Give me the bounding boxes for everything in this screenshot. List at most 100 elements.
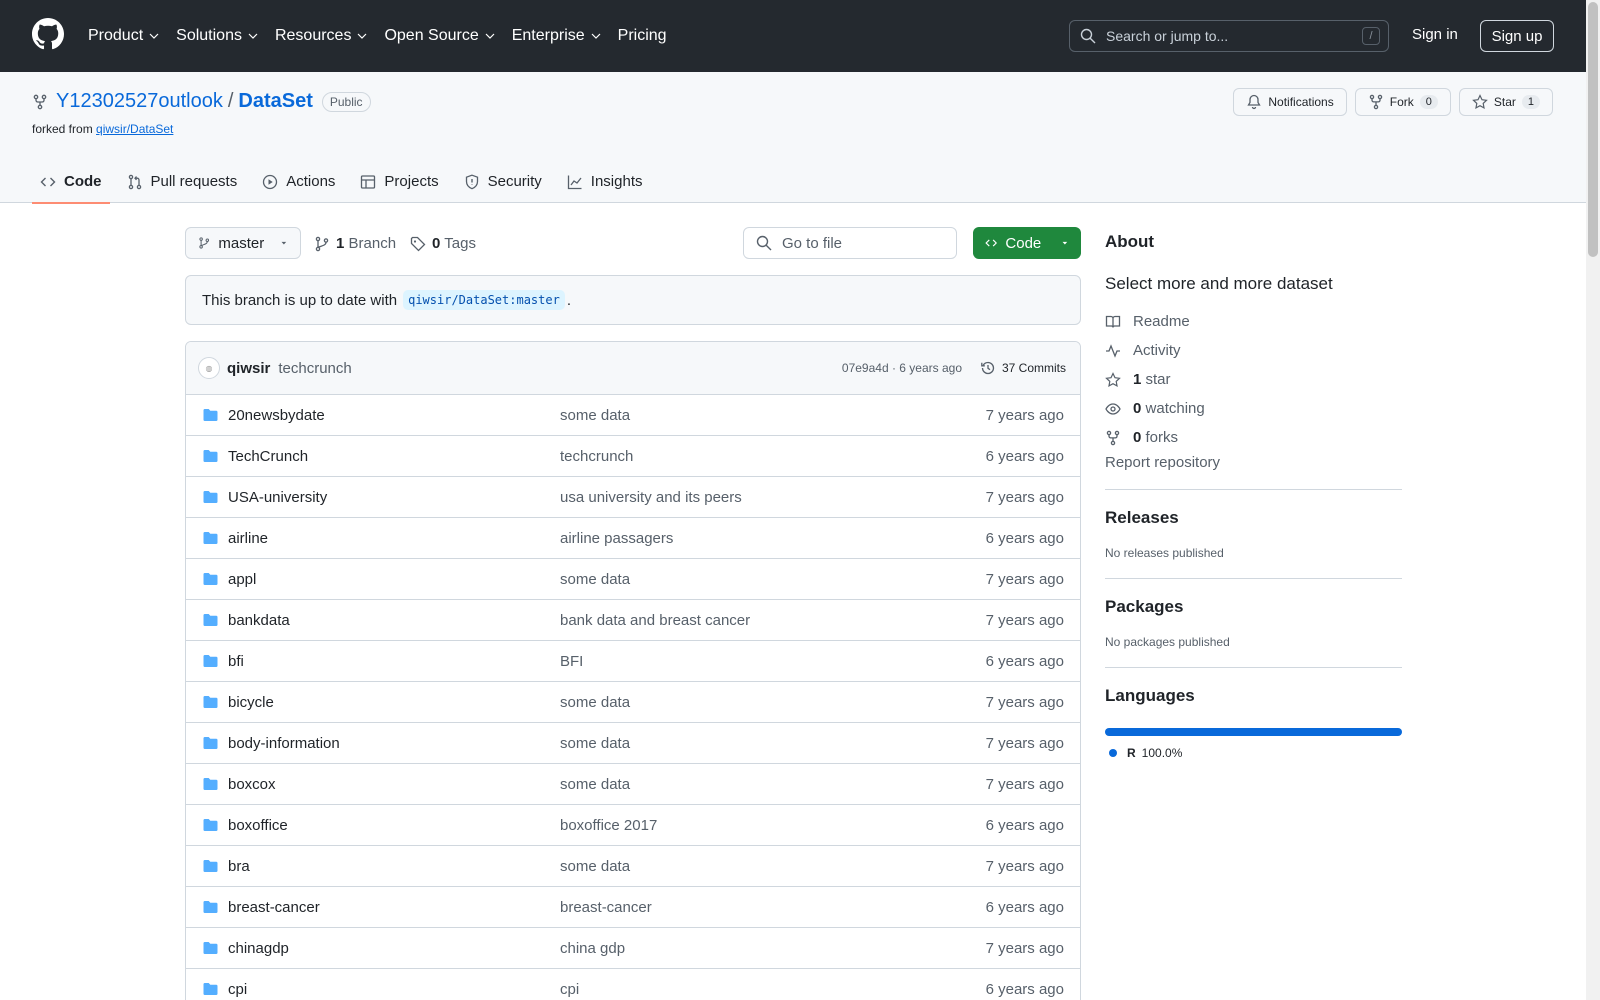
tab-actions[interactable]: Actions — [254, 160, 343, 203]
file-rows: 20newsbydate some data 7 years ago TechCrun… — [186, 395, 1080, 1000]
file-name-link[interactable]: boxcox — [228, 776, 276, 793]
forks-link[interactable]: 0 forks — [1105, 423, 1402, 452]
folder-icon — [203, 737, 218, 749]
tab-security[interactable]: Security — [456, 160, 550, 203]
fork-label: Fork — [1389, 95, 1414, 109]
file-name-link[interactable]: bankdata — [228, 612, 290, 629]
nav-solutions[interactable]: Solutions — [176, 27, 258, 45]
file-commit-message[interactable]: airline passagers — [560, 530, 673, 547]
commit-author-link[interactable]: qiwsir — [227, 360, 270, 377]
folder-icon — [203, 942, 218, 954]
watchers-link[interactable]: 0 watching — [1105, 394, 1402, 423]
sign-in-link[interactable]: Sign in — [1412, 26, 1458, 43]
file-commit-message[interactable]: breast-cancer — [560, 899, 652, 916]
chevron-down-icon — [248, 33, 258, 39]
file-name-link[interactable]: cpi — [228, 981, 247, 998]
tab-projects[interactable]: Projects — [352, 160, 446, 203]
forks-label: forks — [1145, 429, 1179, 446]
stars-link[interactable]: 1 star — [1105, 365, 1402, 394]
code-dropdown-button[interactable]: Code — [973, 227, 1081, 259]
file-name-link[interactable]: airline — [228, 530, 268, 547]
file-commit-message[interactable]: BFI — [560, 653, 583, 670]
file-commit-age: 6 years ago — [985, 447, 1064, 465]
packages-empty: No packages published — [1105, 635, 1230, 649]
github-logo-icon[interactable] — [32, 18, 64, 50]
language-item[interactable]: R 100.0% — [1109, 746, 1402, 760]
file-name-link[interactable]: TechCrunch — [228, 448, 308, 465]
nav-label: Open Source — [384, 27, 479, 44]
file-name-link[interactable]: boxoffice — [228, 817, 288, 834]
file-commit-message[interactable]: some data — [560, 407, 630, 424]
repo-sidebar: About Select more and more dataset Readm… — [1105, 232, 1402, 760]
file-name-link[interactable]: USA-university — [228, 489, 327, 506]
activity-link[interactable]: Activity — [1105, 336, 1402, 365]
repo-forked-icon — [33, 94, 47, 109]
repo-name-link[interactable]: DataSet — [238, 90, 312, 113]
file-name-link[interactable]: 20newsbydate — [228, 407, 325, 424]
nav-product[interactable]: Product — [88, 27, 159, 45]
file-commit-message[interactable]: boxoffice 2017 — [560, 817, 657, 834]
code-icon — [40, 177, 56, 186]
nav-enterprise[interactable]: Enterprise — [512, 27, 601, 45]
forked-source-link[interactable]: qiwsir/DataSet — [96, 122, 173, 136]
file-commit-message[interactable]: some data — [560, 694, 630, 711]
report-repository-link[interactable]: Report repository — [1105, 454, 1402, 471]
go-to-file-input[interactable]: Go to file — [743, 227, 957, 259]
nav-label: Resources — [274, 27, 352, 44]
notifications-button[interactable]: Notifications — [1233, 88, 1347, 116]
file-name-link[interactable]: bicycle — [228, 694, 274, 711]
commit-message-link[interactable]: techcrunch — [278, 360, 351, 377]
file-commit-message[interactable]: some data — [560, 776, 630, 793]
releases-title[interactable]: Releases — [1105, 508, 1402, 528]
about-title: About — [1105, 232, 1155, 251]
notifications-label: Notifications — [1268, 95, 1334, 109]
file-name-link[interactable]: body-information — [228, 735, 340, 752]
file-name-link[interactable]: bra — [228, 858, 250, 875]
tags-link[interactable]: 0 Tags — [432, 235, 476, 252]
file-commit-message[interactable]: bank data and breast cancer — [560, 612, 750, 629]
divider — [1105, 667, 1402, 668]
file-name-link[interactable]: appl — [228, 571, 256, 588]
tab-insights[interactable]: Insights — [559, 160, 651, 203]
readme-label: Readme — [1133, 313, 1190, 330]
scrollbar-thumb[interactable] — [1588, 2, 1598, 257]
search-placeholder: Search or jump to... — [1106, 28, 1229, 44]
commits-history-link[interactable]: 37 Commits — [980, 360, 1066, 376]
file-commit-message[interactable]: some data — [560, 735, 630, 752]
branches-link[interactable]: 1 Branch — [336, 235, 396, 252]
status-ref[interactable]: qiwsir/DataSet:master — [403, 290, 565, 310]
file-name-link[interactable]: bfi — [228, 653, 244, 670]
activity-label: Activity — [1133, 342, 1181, 359]
status-prefix: This branch is up to date with — [202, 291, 398, 309]
file-commit-message[interactable]: techcrunch — [560, 448, 633, 465]
file-name-link[interactable]: breast-cancer — [228, 899, 320, 916]
tab-pull-requests[interactable]: Pull requests — [119, 160, 246, 203]
avatar[interactable]: ◍ — [198, 357, 220, 379]
branch-selector[interactable]: master — [185, 227, 301, 259]
file-commit-message[interactable]: usa university and its peers — [560, 489, 742, 506]
repo-owner-link[interactable]: Y12302527outlook — [56, 90, 223, 113]
folder-icon — [203, 532, 218, 544]
star-button[interactable]: Star 1 — [1458, 88, 1553, 116]
file-commit-message[interactable]: some data — [560, 858, 630, 875]
nav-resources[interactable]: Resources — [275, 27, 367, 45]
tab-code[interactable]: Code — [32, 160, 110, 204]
fork-button[interactable]: Fork 0 — [1354, 88, 1451, 116]
global-search-input[interactable]: Search or jump to... / — [1069, 20, 1389, 52]
file-name-link[interactable]: chinagdp — [228, 940, 289, 957]
chevron-down-icon — [149, 33, 159, 39]
folder-icon — [203, 491, 218, 503]
sign-up-button[interactable]: Sign up — [1480, 20, 1554, 52]
file-commit-message[interactable]: cpi — [560, 981, 579, 998]
code-icon — [985, 239, 998, 247]
packages-title[interactable]: Packages — [1105, 597, 1402, 617]
go-to-file-placeholder: Go to file — [782, 234, 843, 252]
file-commit-message[interactable]: china gdp — [560, 940, 625, 957]
readme-link[interactable]: Readme — [1105, 307, 1402, 336]
chevron-down-icon — [358, 33, 367, 39]
tab-label: Insights — [590, 173, 643, 190]
file-commit-message[interactable]: some data — [560, 571, 630, 588]
commit-meta[interactable]: 07e9a4d · 6 years ago — [842, 361, 962, 375]
nav-open-source[interactable]: Open Source — [384, 27, 495, 45]
nav-pricing[interactable]: Pricing — [618, 27, 667, 45]
